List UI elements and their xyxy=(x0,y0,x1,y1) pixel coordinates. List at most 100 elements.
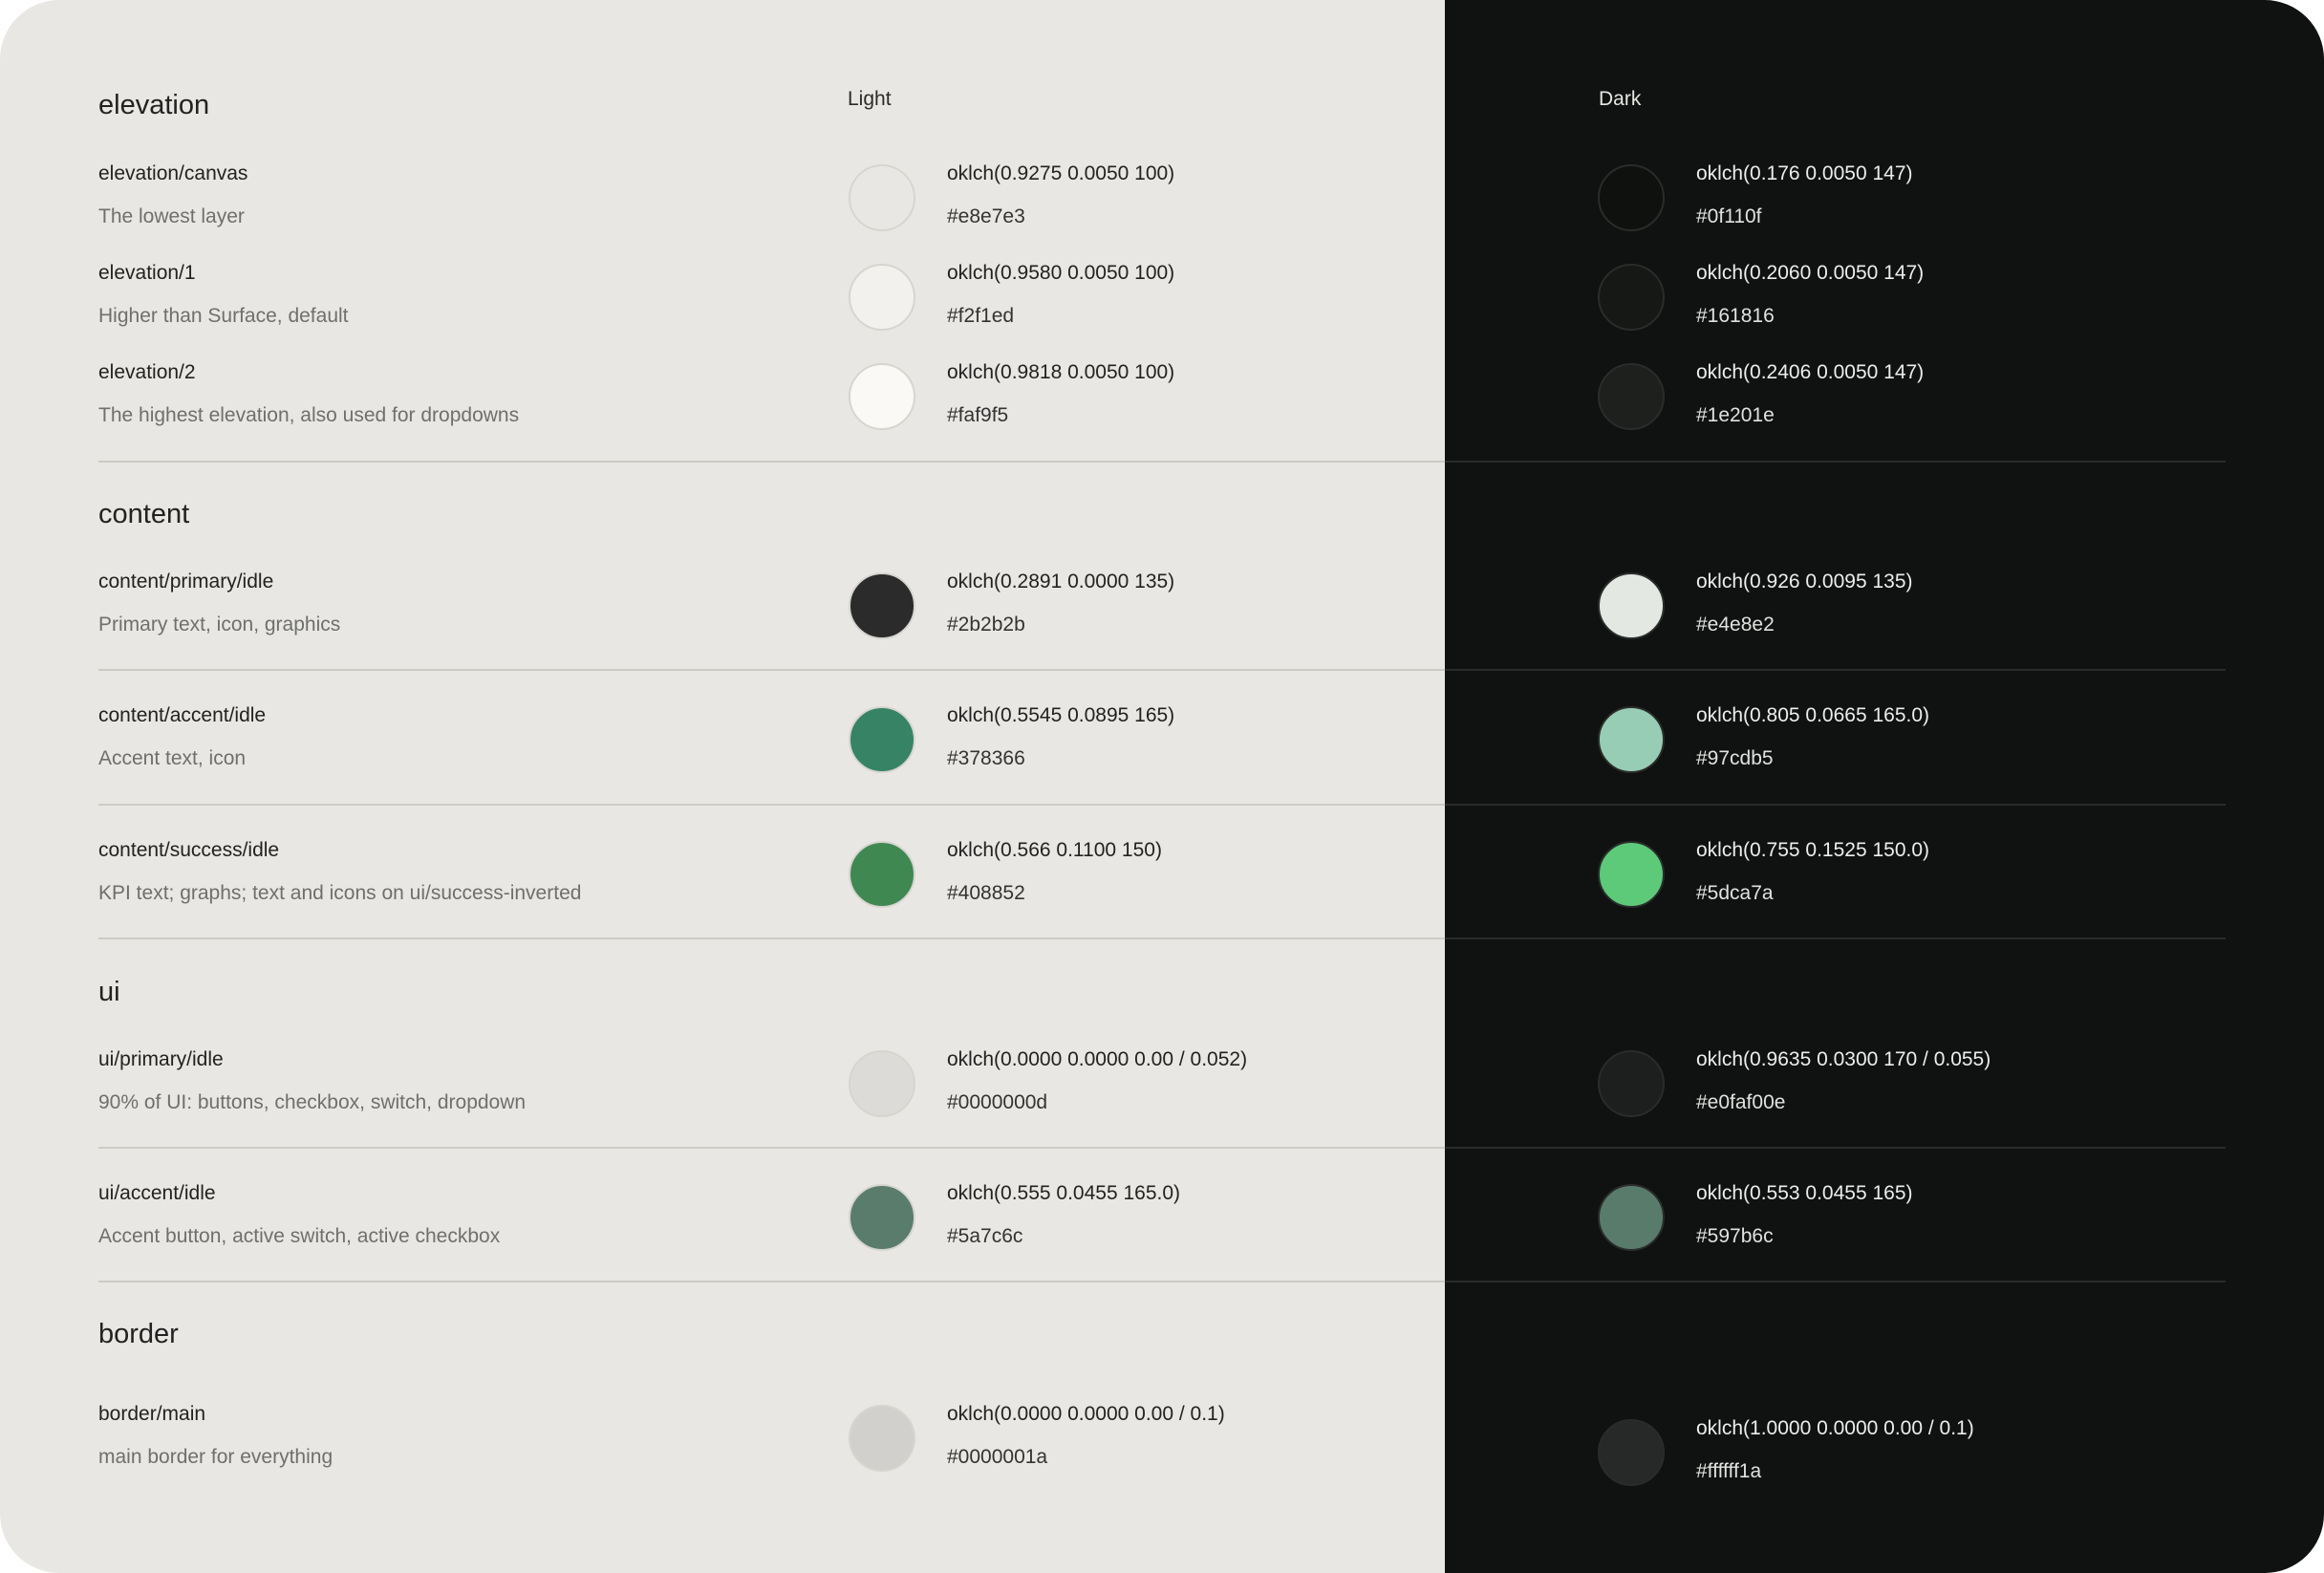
dark-oklch-value: oklch(0.2406 0.0050 147) xyxy=(1696,361,1925,383)
divider xyxy=(1445,804,2226,806)
token-name: elevation/1 xyxy=(98,262,196,284)
light-hex-value: #2b2b2b xyxy=(947,614,1025,636)
light-color-swatch xyxy=(849,841,915,908)
dark-oklch-value: oklch(0.176 0.0050 147) xyxy=(1696,162,1913,184)
light-oklch-value: oklch(0.9580 0.0050 100) xyxy=(947,262,1175,284)
dark-hex-value: #0f110f xyxy=(1696,205,1762,227)
token-name: ui/primary/idle xyxy=(98,1048,224,1070)
dark-color-swatch xyxy=(1598,164,1665,231)
dark-hex-value: #e0faf00e xyxy=(1696,1091,1786,1113)
section-title-ui: ui xyxy=(98,977,120,1007)
token-row: ui/primary/idle 90% of UI: buttons, check… xyxy=(0,1046,2324,1161)
dark-oklch-value: oklch(0.553 0.0455 165) xyxy=(1696,1182,1913,1204)
token-description: The highest elevation, also used for dro… xyxy=(98,404,520,426)
token-name: content/accent/idle xyxy=(98,704,267,726)
dark-hex-value: #e4e8e2 xyxy=(1696,614,1775,636)
token-name: ui/accent/idle xyxy=(98,1182,216,1204)
token-description: main border for everything xyxy=(98,1446,334,1468)
section-title-elevation: elevation xyxy=(98,90,210,120)
token-name: content/primary/idle xyxy=(98,571,274,593)
token-row: content/success/idle KPI text; graphs; te… xyxy=(0,837,2324,952)
token-row: elevation/canvas The lowest layer oklch(0.… xyxy=(0,161,2324,275)
light-color-swatch xyxy=(849,363,915,430)
dark-hex-value: #1e201e xyxy=(1696,404,1775,426)
dark-column-header: Dark xyxy=(1599,88,1642,110)
dark-hex-value: #97cdb5 xyxy=(1696,747,1774,769)
dark-hex-value: #5dca7a xyxy=(1696,882,1774,904)
light-color-swatch xyxy=(849,1050,915,1117)
divider xyxy=(1445,937,2226,939)
token-description: Primary text, icon, graphics xyxy=(98,614,341,636)
section-title-border: border xyxy=(98,1319,179,1349)
dark-oklch-value: oklch(1.0000 0.0000 0.00 / 0.1) xyxy=(1696,1417,1974,1439)
divider xyxy=(1445,461,2226,463)
divider xyxy=(98,1281,1445,1282)
token-description: Higher than Surface, default xyxy=(98,305,349,327)
light-hex-value: #0000001a xyxy=(947,1446,1048,1468)
section-title-content: content xyxy=(98,499,190,529)
divider xyxy=(98,937,1445,939)
light-oklch-value: oklch(0.9818 0.0050 100) xyxy=(947,361,1175,383)
light-hex-value: #faf9f5 xyxy=(947,404,1009,426)
light-oklch-value: oklch(0.5545 0.0895 165) xyxy=(947,704,1175,726)
token-description: Accent button, active switch, active che… xyxy=(98,1225,501,1247)
light-hex-value: #378366 xyxy=(947,747,1025,769)
token-row: ui/accent/idle Accent button, active swit… xyxy=(0,1180,2324,1295)
divider xyxy=(1445,1281,2226,1282)
dark-color-swatch xyxy=(1598,1050,1665,1117)
token-row: elevation/1 Higher than Surface, default o… xyxy=(0,260,2324,375)
light-color-swatch xyxy=(849,1405,915,1472)
dark-color-swatch xyxy=(1598,1184,1665,1251)
divider xyxy=(98,461,1445,463)
light-color-swatch xyxy=(849,164,915,231)
token-row: content/primary/idle Primary text, icon, … xyxy=(0,569,2324,683)
divider xyxy=(98,1147,1445,1149)
light-hex-value: #5a7c6c xyxy=(947,1225,1023,1247)
token-description: Accent text, icon xyxy=(98,747,247,769)
token-name: content/success/idle xyxy=(98,839,280,861)
light-oklch-value: oklch(0.9275 0.0050 100) xyxy=(947,162,1175,184)
light-color-swatch xyxy=(849,572,915,639)
dark-color-swatch xyxy=(1598,264,1665,331)
dark-hex-value: #597b6c xyxy=(1696,1225,1774,1247)
light-color-swatch xyxy=(849,706,915,773)
light-hex-value: #e8e7e3 xyxy=(947,205,1025,227)
dark-oklch-value: oklch(0.2060 0.0050 147) xyxy=(1696,262,1925,284)
token-description: 90% of UI: buttons, checkbox, switch, dr… xyxy=(98,1091,527,1113)
divider xyxy=(1445,669,2226,671)
token-row: content/accent/idle Accent text, icon oklc… xyxy=(0,702,2324,817)
divider xyxy=(1445,1147,2226,1149)
token-row: elevation/2 The highest elevation, also u… xyxy=(0,359,2324,474)
light-oklch-value: oklch(0.555 0.0455 165.0) xyxy=(947,1182,1181,1204)
dark-color-swatch xyxy=(1598,841,1665,908)
dark-color-swatch xyxy=(1598,1419,1665,1486)
light-color-swatch xyxy=(849,1184,915,1251)
token-description: KPI text; graphs; text and icons on ui/s… xyxy=(98,882,582,904)
dark-color-swatch xyxy=(1598,706,1665,773)
dark-color-swatch xyxy=(1598,572,1665,639)
light-oklch-value: oklch(0.566 0.1100 150) xyxy=(947,839,1162,861)
token-name: elevation/canvas xyxy=(98,162,248,184)
dark-oklch-value: oklch(0.805 0.0665 165.0) xyxy=(1696,704,1930,726)
dark-oklch-value: oklch(0.926 0.0095 135) xyxy=(1696,571,1913,593)
light-column-header: Light xyxy=(848,88,892,110)
divider xyxy=(98,669,1445,671)
light-oklch-value: oklch(0.0000 0.0000 0.00 / 0.1) xyxy=(947,1403,1225,1425)
light-hex-value: #f2f1ed xyxy=(947,305,1015,327)
color-token-sheet: Light Dark elevation elevation/canvas The… xyxy=(0,0,2324,1573)
light-hex-value: #0000000d xyxy=(947,1091,1048,1113)
dark-color-swatch xyxy=(1598,363,1665,430)
token-description: The lowest layer xyxy=(98,205,245,227)
light-hex-value: #408852 xyxy=(947,882,1025,904)
divider xyxy=(98,804,1445,806)
dark-hex-value: #161816 xyxy=(1696,305,1775,327)
dark-hex-value: #ffffff1a xyxy=(1696,1460,1762,1482)
token-name: border/main xyxy=(98,1403,206,1425)
light-color-swatch xyxy=(849,264,915,331)
token-row: border/main main border for everything okl… xyxy=(0,1401,2324,1516)
dark-oklch-value: oklch(0.9635 0.0300 170 / 0.055) xyxy=(1696,1048,1991,1070)
light-oklch-value: oklch(0.0000 0.0000 0.00 / 0.052) xyxy=(947,1048,1248,1070)
dark-oklch-value: oklch(0.755 0.1525 150.0) xyxy=(1696,839,1930,861)
light-oklch-value: oklch(0.2891 0.0000 135) xyxy=(947,571,1175,593)
token-name: elevation/2 xyxy=(98,361,196,383)
